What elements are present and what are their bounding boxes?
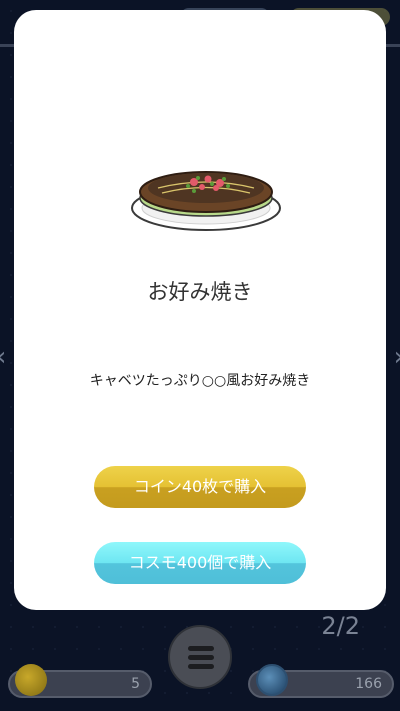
prev-arrow-icon[interactable]: ‹ [0, 342, 6, 372]
cosmo-icon [256, 664, 288, 696]
page-indicator: 2/2 [321, 612, 360, 640]
coin-icon [15, 664, 47, 696]
menu-line [188, 646, 214, 651]
item-name: お好み焼き [147, 280, 253, 304]
item-description: キャベツたっぷり○○風お好み焼き [89, 373, 311, 389]
menu-line [188, 655, 214, 660]
item-detail-modal: お好み焼き キャベツたっぷり○○風お好み焼き コイン40枚で購入 コスモ400個… [14, 10, 386, 610]
buy-with-cosmo-button[interactable]: コスモ400個で購入 [94, 542, 306, 584]
next-arrow-icon[interactable]: › [394, 342, 400, 372]
okonomiyaki-icon [131, 171, 281, 231]
menu-line [188, 664, 214, 669]
buy-with-coins-button[interactable]: コイン40枚で購入 [94, 466, 306, 508]
hamburger-menu-icon[interactable] [168, 625, 232, 689]
